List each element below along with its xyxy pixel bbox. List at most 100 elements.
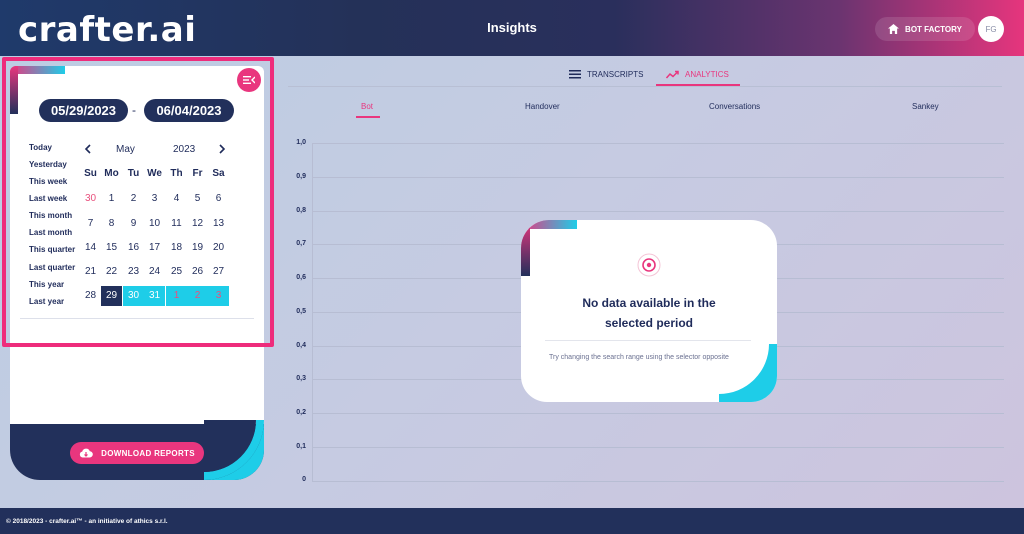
calendar-month-select[interactable]: May [116, 144, 135, 155]
calendar-day[interactable]: 24 [144, 262, 165, 282]
chart-gridline [312, 177, 1004, 178]
trend-icon [666, 70, 679, 78]
calendar-day[interactable]: 20 [208, 238, 229, 258]
y-tick-label: 0,6 [296, 274, 306, 281]
subtab-conversations[interactable]: Conversations [709, 102, 760, 111]
y-tick-label: 0,3 [296, 375, 306, 382]
calendar-day[interactable]: 22 [101, 262, 122, 282]
calendar-day-in-range[interactable]: 1 [166, 286, 187, 306]
calendar-day[interactable]: 2 [123, 189, 144, 209]
calendar-day[interactable]: 11 [166, 214, 187, 234]
bot-factory-button[interactable]: BOT FACTORY [875, 17, 975, 41]
weekday-header: Tu [127, 168, 140, 179]
user-avatar[interactable]: FG [978, 16, 1004, 42]
list-icon [569, 69, 581, 78]
no-data-title-line1: No data available in the [582, 296, 716, 310]
calendar-day[interactable]: 28 [80, 286, 101, 306]
calendar-day-in-range[interactable]: 30 [123, 286, 144, 306]
active-subtab-indicator [356, 116, 380, 118]
tab-transcripts[interactable]: TRANSCRIPTS [569, 66, 643, 82]
calendar-day[interactable]: 26 [187, 262, 208, 282]
download-reports-button[interactable]: DOWNLOAD REPORTS [70, 442, 204, 464]
next-month-button[interactable] [218, 143, 226, 157]
calendar-day[interactable]: 16 [123, 238, 144, 258]
home-icon [888, 24, 900, 34]
quick-range-today[interactable]: Today [29, 143, 52, 152]
quick-range-this-quarter[interactable]: This quarter [29, 245, 75, 254]
y-tick-label: 0,5 [296, 308, 306, 315]
calendar-day[interactable]: 21 [80, 262, 101, 282]
top-header: crafter.ai Insights BOT FACTORY FG [0, 0, 1024, 56]
calendar-day-in-range[interactable]: 3 [208, 286, 229, 306]
quick-range-yesterday[interactable]: Yesterday [29, 160, 67, 169]
chart-gridline [312, 447, 1004, 448]
page-footer: © 2018/2023 - crafter.ai™ - an initiativ… [0, 508, 1024, 534]
target-icon [637, 253, 661, 277]
download-reports-label: DOWNLOAD REPORTS [101, 448, 195, 458]
y-tick-label: 0,7 [296, 240, 306, 247]
date-to-field[interactable]: 06/04/2023 [144, 99, 234, 122]
chart-gridline [312, 413, 1004, 414]
calendar-day[interactable]: 30 [80, 189, 101, 209]
menu-collapse-icon [243, 76, 255, 84]
weekday-header: Th [170, 168, 183, 179]
y-tick-label: 0,4 [296, 342, 306, 349]
calendar-day[interactable]: 15 [101, 238, 122, 258]
chevron-left-icon [84, 144, 91, 154]
collapse-menu-button[interactable] [237, 68, 261, 92]
calendar-day[interactable]: 1 [101, 189, 122, 209]
y-tick-label: 0,2 [296, 409, 306, 416]
tab-transcripts-label: TRANSCRIPTS [587, 69, 644, 79]
calendar-day[interactable]: 4 [166, 189, 187, 209]
cloud-download-icon [80, 448, 93, 458]
quick-range-last-quarter[interactable]: Last quarter [29, 263, 75, 272]
tab-analytics[interactable]: ANALYTICS [666, 66, 729, 82]
calendar-day[interactable]: 9 [123, 214, 144, 234]
quick-range-last-year[interactable]: Last year [29, 297, 64, 306]
calendar-day[interactable]: 7 [80, 214, 101, 234]
calendar-day-in-range[interactable]: 2 [187, 286, 208, 306]
subtab-bot[interactable]: Bot [361, 102, 373, 111]
calendar-day[interactable]: 10 [144, 214, 165, 234]
calendar-day[interactable]: 25 [166, 262, 187, 282]
corner-arc-graphic [719, 344, 777, 402]
quick-range-last-week[interactable]: Last week [29, 194, 67, 203]
y-tick-label: 0,8 [296, 207, 306, 214]
subtab-handover[interactable]: Handover [525, 102, 560, 111]
calendar-day[interactable]: 6 [208, 189, 229, 209]
y-tick-label: 1,0 [296, 139, 306, 146]
quick-range-this-year[interactable]: This year [29, 280, 64, 289]
no-data-title-line2: selected period [604, 316, 694, 330]
calendar-day[interactable]: 3 [144, 189, 165, 209]
calendar-day-selected-start[interactable]: 29 [101, 286, 122, 306]
quick-range-this-week[interactable]: This week [29, 177, 67, 186]
calendar-day[interactable]: 23 [123, 262, 144, 282]
calendar-divider [20, 318, 254, 319]
calendar-day[interactable]: 13 [208, 214, 229, 234]
quick-range-this-month[interactable]: This month [29, 211, 72, 220]
calendar-year-select[interactable]: 2023 [173, 144, 195, 155]
calendar-day[interactable]: 8 [101, 214, 122, 234]
tab-analytics-label: ANALYTICS [685, 69, 729, 79]
calendar-day[interactable]: 19 [187, 238, 208, 258]
calendar-day[interactable]: 18 [166, 238, 187, 258]
weekday-header: Sa [212, 168, 225, 179]
page-title: Insights [487, 20, 537, 35]
date-separator: - [132, 103, 136, 117]
no-data-title: No data available in the selected period [521, 293, 777, 333]
prev-month-button[interactable] [84, 143, 92, 157]
calendar-day-in-range[interactable]: 31 [144, 286, 165, 306]
subtab-sankey[interactable]: Sankey [912, 102, 939, 111]
calendar-day[interactable]: 5 [187, 189, 208, 209]
calendar-day[interactable]: 17 [144, 238, 165, 258]
calendar-day[interactable]: 12 [187, 214, 208, 234]
quick-range-last-month[interactable]: Last month [29, 228, 72, 237]
chevron-right-icon [219, 144, 226, 154]
calendar-day[interactable]: 27 [208, 262, 229, 282]
footer-copyright: © 2018/2023 - crafter.ai™ - an initiativ… [6, 517, 168, 525]
weekday-header: Mo [104, 168, 119, 179]
weekday-header: We [147, 168, 162, 179]
calendar-day[interactable]: 14 [80, 238, 101, 258]
date-from-field[interactable]: 05/29/2023 [39, 99, 128, 122]
chart-gridline [312, 143, 1004, 144]
